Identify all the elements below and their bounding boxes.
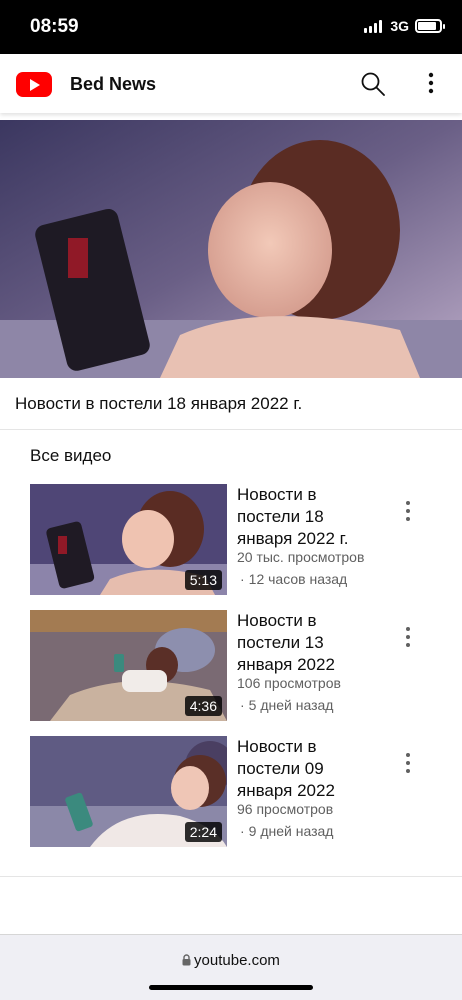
video-upload-time-text: 9 дней назад — [248, 823, 334, 839]
video-upload-time: · 9 дней назад — [240, 823, 334, 839]
featured-video-thumbnail[interactable] — [0, 120, 462, 378]
more-vert-icon — [406, 627, 410, 647]
app-header: Bed News — [0, 54, 462, 113]
network-type: 3G — [390, 18, 409, 34]
status-indicators: 3G — [364, 18, 445, 34]
more-vert-icon — [406, 501, 410, 521]
featured-video-image — [0, 120, 462, 378]
video-item[interactable]: 4:36 Новости в постели 13 января 2022 10… — [0, 610, 462, 722]
home-indicator[interactable] — [149, 985, 313, 990]
signal-icon — [364, 19, 383, 33]
video-views: 20 тыс. просмотров — [237, 549, 365, 565]
status-time: 08:59 — [30, 16, 79, 37]
section-title: Все видео — [30, 446, 112, 465]
video-upload-time-text: 12 часов назад — [248, 571, 348, 587]
video-item[interactable]: 2:24 Новости в постели 09 января 2022 96… — [0, 736, 462, 848]
video-duration: 4:36 — [184, 696, 222, 716]
video-duration: 5:13 — [184, 570, 222, 590]
video-title[interactable]: Новости в постели 09 января 2022 — [237, 736, 382, 802]
more-options-button[interactable] — [418, 71, 444, 97]
video-options-button[interactable] — [398, 751, 418, 775]
search-button[interactable] — [360, 71, 386, 97]
video-thumbnail[interactable]: 5:13 — [30, 484, 227, 595]
video-thumbnail[interactable]: 2:24 — [30, 736, 227, 847]
video-views: 96 просмотров — [237, 801, 334, 817]
status-bar: 08:59 3G — [0, 0, 462, 54]
search-icon — [361, 72, 385, 96]
video-thumbnail[interactable]: 4:36 — [30, 610, 227, 721]
video-title[interactable]: Новости в постели 13 января 2022 — [237, 610, 382, 676]
more-vert-icon — [428, 72, 434, 94]
channel-title: Bed News — [70, 74, 157, 94]
divider — [0, 429, 462, 430]
url-display[interactable]: youtube.com — [0, 952, 462, 969]
featured-video-title[interactable]: Новости в постели 18 января 2022 г. — [15, 394, 302, 414]
video-title[interactable]: Новости в постели 18 января 2022 г. — [237, 484, 382, 550]
battery-fill — [418, 22, 436, 30]
video-duration: 2:24 — [184, 822, 222, 842]
battery-icon — [415, 19, 445, 33]
browser-address-bar[interactable]: youtube.com — [0, 934, 462, 1000]
video-upload-time: · 5 дней назад — [240, 697, 334, 713]
lock-icon — [182, 954, 191, 966]
video-options-button[interactable] — [398, 625, 418, 649]
youtube-logo-icon[interactable] — [16, 72, 52, 97]
video-upload-time: · 12 часов назад — [240, 571, 348, 587]
more-vert-icon — [406, 753, 410, 773]
video-upload-time-text: 5 дней назад — [248, 697, 334, 713]
video-options-button[interactable] — [398, 499, 418, 523]
divider — [0, 876, 462, 877]
video-views: 106 просмотров — [237, 675, 341, 691]
url-text: youtube.com — [194, 952, 280, 969]
video-item[interactable]: 5:13 Новости в постели 18 января 2022 г.… — [0, 484, 462, 596]
